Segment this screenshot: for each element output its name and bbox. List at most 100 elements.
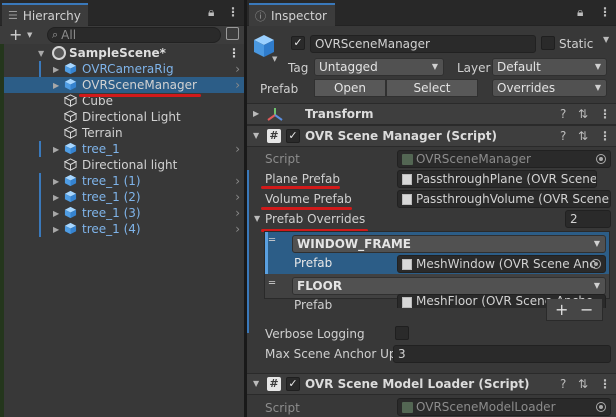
object-picker-icon[interactable]: [591, 259, 601, 269]
info-icon: ⓘ: [255, 9, 266, 23]
active-checkbox[interactable]: ✓: [291, 36, 305, 50]
prefab-open-chevron-icon[interactable]: ›: [235, 222, 240, 236]
tab-hierarchy[interactable]: ☰ Hierarchy: [2, 3, 88, 26]
hierarchy-item-label: OVRCameraRig: [82, 62, 174, 76]
prefab-open-chevron-icon[interactable]: ›: [235, 174, 240, 188]
help-icon[interactable]: ?: [560, 107, 566, 121]
prefab-open-chevron-icon[interactable]: ›: [235, 190, 240, 204]
expand-arrow-icon[interactable]: ▶: [53, 145, 59, 154]
expand-arrow-icon[interactable]: ▼: [38, 49, 44, 58]
gameobject-cube-icon: [64, 110, 77, 126]
hierarchy-item[interactable]: ▶ › tree_1: [0, 141, 244, 157]
prefab-open-chevron-icon[interactable]: ›: [235, 142, 240, 156]
create-dropdown-icon[interactable]: ▼: [27, 31, 32, 39]
list-icon: ☰: [8, 9, 18, 22]
tab-inspector[interactable]: ⓘ Inspector: [249, 3, 335, 26]
script-field[interactable]: OVRSceneModelLoader: [397, 398, 611, 416]
component-menu-icon[interactable]: ⋮: [599, 377, 611, 391]
fold-arrow-icon[interactable]: ▼: [253, 131, 259, 140]
component-menu-icon[interactable]: ⋮: [599, 129, 611, 143]
model-loader-title: OVR Scene Model Loader (Script): [305, 377, 530, 391]
hierarchy-item[interactable]: ▶ › tree_1 (3): [0, 205, 244, 221]
override-type-dropdown[interactable]: WINDOW_FRAME ▼: [292, 235, 606, 253]
annotation-underline: [79, 94, 201, 97]
fold-arrow-icon[interactable]: ▶: [253, 109, 259, 118]
component-enabled-checkbox[interactable]: ✓: [286, 129, 300, 143]
hierarchy-item[interactable]: Terrain: [0, 125, 244, 141]
hierarchy-item[interactable]: Directional light: [0, 157, 244, 173]
lock-icon[interactable]: 🔒︎: [577, 5, 583, 19]
transform-header[interactable]: ▶ Transform ? ⇅ ⋮: [247, 103, 616, 125]
static-dropdown-icon[interactable]: ▼: [603, 35, 609, 44]
prefab-open-chevron-icon[interactable]: ›: [235, 78, 240, 92]
prefab-overrides-dropdown[interactable]: Overrides ▼: [492, 79, 607, 97]
expand-arrow-icon[interactable]: ▶: [53, 81, 59, 90]
scene-manager-header[interactable]: ▼ # ✓ OVR Scene Manager (Script) ? ⇅ ⋮: [247, 125, 616, 147]
object-picker-icon[interactable]: [596, 154, 606, 164]
hierarchy-item[interactable]: ▶ › OVRSceneManager: [0, 77, 244, 93]
override-bar: [247, 210, 249, 333]
component-menu-icon[interactable]: ⋮: [599, 107, 611, 121]
scene-view-edge: [0, 44, 4, 417]
static-checkbox[interactable]: [541, 36, 555, 50]
help-icon[interactable]: ?: [560, 129, 566, 143]
hierarchy-item-label: tree_1 (4): [82, 222, 141, 236]
max-anchor-field[interactable]: 3: [393, 345, 611, 363]
scene-root-row[interactable]: ▼ SampleScene* ⋮: [0, 45, 244, 61]
object-picker-icon[interactable]: [596, 402, 606, 412]
more-menu-icon[interactable]: ⋮: [599, 5, 611, 19]
tag-label: Tag: [288, 61, 309, 75]
prefab-override-bar: [39, 61, 41, 77]
prefab-select-button[interactable]: Select: [386, 79, 478, 97]
more-menu-icon[interactable]: ⋮: [227, 5, 239, 19]
lock-icon[interactable]: 🔒︎: [208, 5, 214, 19]
prefab-override-bar: [39, 173, 41, 237]
expand-arrow-icon[interactable]: ▶: [53, 209, 59, 218]
hierarchy-item[interactable]: Directional Light: [0, 109, 244, 125]
override-prefab-field[interactable]: MeshWindow (OVR Scene Anc: [397, 255, 606, 273]
transform-title: Transform: [305, 107, 374, 121]
create-plus-icon[interactable]: +: [9, 25, 22, 44]
fold-arrow-icon[interactable]: ▼: [253, 379, 259, 388]
tag-dropdown[interactable]: Untagged ▼: [314, 58, 444, 76]
volume-prefab-field[interactable]: PassthroughVolume (OVR Scene: [397, 190, 611, 208]
overrides-count-field[interactable]: 2: [565, 210, 611, 228]
hierarchy-item-label: Directional Light: [82, 110, 181, 124]
prefab-open-chevron-icon[interactable]: ›: [235, 62, 240, 76]
model-loader-header[interactable]: ▼ # ✓ OVR Scene Model Loader (Script) ? …: [247, 373, 616, 395]
drag-handle-icon[interactable]: ═: [269, 235, 275, 246]
expand-arrow-icon[interactable]: ▶: [53, 177, 59, 186]
prefab-open-chevron-icon[interactable]: ›: [235, 206, 240, 220]
script-field[interactable]: OVRSceneManager: [397, 150, 611, 168]
component-enabled-checkbox[interactable]: ✓: [286, 377, 300, 391]
hierarchy-item-label: tree_1 (2): [82, 190, 141, 204]
inspector-panel: ⓘ Inspector 🔒︎ ⋮ ▼ ✓ OVRSceneManager Sta…: [247, 0, 616, 417]
layer-dropdown[interactable]: Default ▼: [492, 58, 607, 76]
preset-icon[interactable]: ⇅: [578, 129, 588, 143]
plane-prefab-field[interactable]: PassthroughPlane (OVR Scene A: [397, 170, 597, 188]
icon-dropdown-icon[interactable]: ▼: [272, 55, 277, 63]
scene-menu-icon[interactable]: ⋮: [228, 46, 240, 60]
expand-arrow-icon[interactable]: ▶: [53, 65, 59, 74]
expand-arrow-icon[interactable]: ▶: [53, 193, 59, 202]
script-icon: #: [267, 129, 281, 143]
hierarchy-item[interactable]: ▶ › tree_1 (4): [0, 221, 244, 237]
help-icon[interactable]: ?: [560, 377, 566, 391]
verbose-logging-checkbox[interactable]: [395, 326, 409, 340]
remove-element-button[interactable]: −: [580, 300, 593, 319]
preset-icon[interactable]: ⇅: [578, 377, 588, 391]
override-type-dropdown[interactable]: FLOOR ▼: [292, 277, 606, 295]
hierarchy-search-input[interactable]: ⌕ All: [47, 27, 221, 43]
fold-arrow-icon[interactable]: ▼: [254, 214, 260, 223]
add-element-button[interactable]: +: [555, 300, 568, 319]
preset-icon[interactable]: ⇅: [578, 107, 588, 121]
scene-manager-title: OVR Scene Manager (Script): [305, 129, 497, 143]
hierarchy-item[interactable]: ▶ › tree_1 (1): [0, 173, 244, 189]
object-name-field[interactable]: OVRSceneManager: [310, 35, 536, 53]
expand-arrow-icon[interactable]: ▶: [53, 225, 59, 234]
search-filter-icon[interactable]: [226, 27, 239, 40]
drag-handle-icon[interactable]: ═: [269, 278, 275, 289]
hierarchy-item[interactable]: ▶ › tree_1 (2): [0, 189, 244, 205]
hierarchy-item[interactable]: ▶ › OVRCameraRig: [0, 61, 244, 77]
prefab-open-button[interactable]: Open: [314, 79, 386, 97]
